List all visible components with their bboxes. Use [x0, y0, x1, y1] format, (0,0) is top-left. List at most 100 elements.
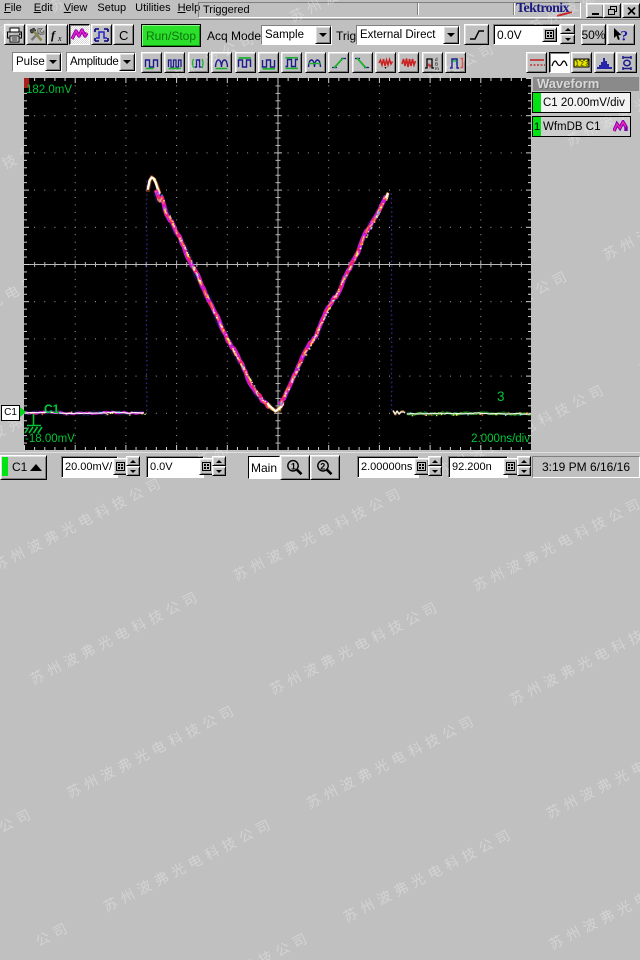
keypad-button[interactable]: [414, 458, 429, 475]
close-button[interactable]: [622, 3, 640, 18]
channel-select-button[interactable]: C1: [0, 455, 47, 480]
trig-slope-button[interactable]: [464, 24, 489, 45]
timebase-select-button[interactable]: Main: [248, 456, 280, 479]
menu-setup[interactable]: Setup: [97, 0, 126, 16]
cycle-mean-measurement-button[interactable]: [211, 52, 233, 73]
waveform-button[interactable]: [69, 24, 90, 45]
fx-button[interactable]: fx: [47, 24, 68, 45]
keypad-icon: [545, 30, 554, 39]
print-button[interactable]: [4, 24, 25, 45]
tools-button[interactable]: [26, 24, 47, 45]
histogram-view-button[interactable]: [593, 52, 615, 73]
persistence-view-button[interactable]: [526, 52, 547, 73]
wfmdb-wave-icon: [613, 120, 628, 133]
horizontal-scale-field[interactable]: 2.00000ns: [357, 456, 419, 478]
c-measure-button[interactable]: C: [113, 24, 134, 45]
vertical-offset-spinner[interactable]: [212, 456, 226, 476]
meas-category1-combobox[interactable]: Pulse: [12, 52, 62, 72]
rise-time-icon: [331, 56, 347, 70]
trig-label: Trig: [336, 29, 357, 43]
waveform-icon: [71, 27, 88, 42]
main-area: 182.0mV -18.00mV 2.000ns/div 3 C1 C1 Wavefor…: [0, 77, 640, 452]
context-help-button[interactable]: ?: [607, 24, 635, 45]
gated-measurement-button[interactable]: [445, 52, 467, 73]
svg-text:1: 1: [291, 461, 296, 471]
zoom-percent-button[interactable]: 50%: [581, 24, 606, 45]
restore-button[interactable]: [603, 3, 621, 18]
keypad-button[interactable]: [503, 458, 518, 475]
high-measurement-button[interactable]: [234, 52, 256, 73]
spin-up-button[interactable]: [428, 456, 442, 466]
frequency-measurement-button[interactable]: [164, 52, 186, 73]
trig-level-field[interactable]: 0.0V: [493, 24, 560, 45]
waveform-row-2[interactable]: 1 WfmDB C1: [532, 116, 631, 137]
spin-down-button[interactable]: [560, 34, 575, 44]
eye-mask-view-button[interactable]: [616, 52, 637, 73]
positive-width-measurement-button[interactable]: [187, 52, 209, 73]
dbm-measurement-button[interactable]: dBm: [421, 52, 443, 73]
acq-mode-label: Acq Mode: [207, 29, 262, 43]
acq-mode-dropdown-arrow[interactable]: [315, 26, 331, 44]
period-icon: [144, 56, 160, 70]
keypad-icon: [506, 462, 515, 471]
menu-edit[interactable]: Edit: [34, 0, 53, 16]
amplitude-measurement-button[interactable]: [281, 52, 303, 73]
horizontal-position-field[interactable]: 92.200n: [448, 456, 508, 478]
meas-category2-dropdown-arrow[interactable]: [119, 53, 135, 71]
meas-category2-combobox[interactable]: Amplitude: [66, 52, 136, 72]
spin-down-button[interactable]: [212, 466, 226, 476]
spin-down-button[interactable]: [517, 466, 531, 476]
menu-view[interactable]: View: [64, 0, 88, 16]
amplitude-icon: [284, 56, 300, 70]
menu-help[interactable]: Help: [178, 0, 201, 16]
minimize-button[interactable]: [586, 3, 604, 18]
run-stop-button[interactable]: Run/Stop: [141, 24, 201, 47]
waveform-row-color-bar: [533, 93, 541, 112]
channel-marker[interactable]: C1: [1, 405, 26, 421]
rise-time-measurement-button[interactable]: [328, 52, 350, 73]
spin-down-button[interactable]: [126, 466, 140, 476]
vertical-offset-value: 0.0V: [150, 461, 173, 473]
magnifier-2-icon: 2: [317, 459, 333, 476]
svg-text:f: f: [51, 28, 56, 42]
spin-down-button[interactable]: [428, 466, 442, 476]
keypad-button[interactable]: [542, 27, 557, 42]
waveform-row-1[interactable]: C1 20.00mV/div: [532, 92, 631, 113]
mean-measurement-button[interactable]: [304, 52, 326, 73]
vertical-scale-spinner[interactable]: [126, 456, 140, 476]
high-icon: [237, 56, 253, 70]
vertical-scale-field[interactable]: 20.00mV/: [61, 456, 118, 478]
spin-up-button[interactable]: [212, 456, 226, 466]
channel-marker-label: C1: [4, 407, 17, 418]
low-measurement-button[interactable]: [258, 52, 279, 73]
trig-source-dropdown-arrow[interactable]: [443, 26, 459, 44]
menu-file[interactable]: File: [4, 0, 22, 16]
period-measurement-button[interactable]: [141, 52, 162, 73]
horizontal-position-spinner[interactable]: [517, 456, 531, 476]
vector-view-button[interactable]: [548, 52, 570, 73]
readout-view-button[interactable]: 1 2 3: [571, 52, 592, 73]
rms-noise-measurement-button[interactable]: [375, 52, 396, 73]
minimize-icon: [591, 12, 599, 15]
zoom1-button[interactable]: 1: [280, 455, 310, 480]
spin-up-button[interactable]: [560, 24, 575, 34]
acq-mode-combobox[interactable]: Sample: [261, 25, 332, 45]
fall-time-measurement-button[interactable]: [351, 52, 373, 73]
trig-level-spinner[interactable]: [560, 24, 575, 44]
horizontal-scale-spinner[interactable]: [428, 456, 442, 476]
tools-icon: [28, 27, 45, 43]
trig-source-combobox[interactable]: External Direct: [356, 25, 460, 45]
ground-reference-icon: [24, 414, 43, 434]
spin-up-button[interactable]: [126, 456, 140, 466]
zoom2-button[interactable]: 2: [310, 455, 340, 480]
keypad-icon: [202, 462, 211, 471]
vertical-offset-field[interactable]: 0.0V: [146, 456, 204, 478]
svg-text:?: ?: [621, 29, 629, 43]
measurement-toolbar: Pulse Amplitude dBm 1 2 3: [0, 49, 640, 77]
spin-up-button[interactable]: [517, 456, 531, 466]
meas-category1-dropdown-arrow[interactable]: [45, 53, 61, 71]
pulse-capture-button[interactable]: [91, 24, 112, 45]
tektronix-logo: Tektronix: [516, 2, 578, 17]
pkpk-noise-measurement-button[interactable]: [398, 52, 420, 73]
menu-utilities[interactable]: Utilities: [135, 0, 170, 16]
